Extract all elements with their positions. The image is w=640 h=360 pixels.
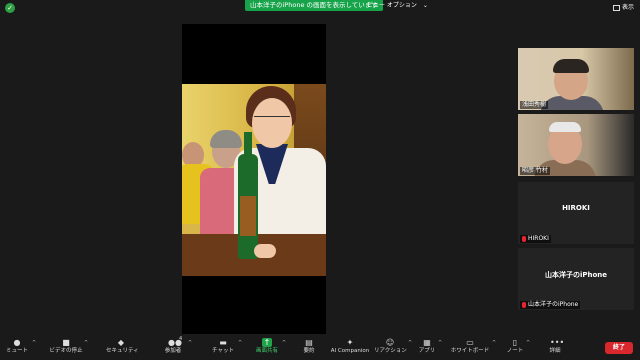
summary-label: 要約 bbox=[303, 348, 315, 354]
apps-label: アプリ bbox=[418, 348, 436, 354]
view-layout-label: 表示 bbox=[621, 4, 634, 11]
chevron-up-icon[interactable]: ^ bbox=[492, 340, 496, 346]
mute-label: ミュート bbox=[5, 348, 28, 354]
stop-video-label: ビデオの停止 bbox=[49, 348, 83, 354]
chevron-up-icon[interactable]: ^ bbox=[526, 340, 530, 346]
document-icon: ▤ bbox=[305, 338, 313, 347]
muted-mic-icon bbox=[522, 301, 526, 308]
mute-button[interactable]: ● ミュート ^ bbox=[4, 334, 36, 360]
chat-label: チャット bbox=[212, 348, 234, 354]
shared-photo bbox=[182, 84, 326, 276]
chevron-up-icon[interactable]: ^ bbox=[408, 340, 412, 346]
participant-name: HIROKI bbox=[528, 235, 549, 242]
chevron-up-icon[interactable]: ^ bbox=[438, 340, 442, 346]
ai-companion-label: AI Companion bbox=[330, 348, 370, 354]
participant-tile-2[interactable]: 昭彦 竹村 bbox=[518, 114, 634, 176]
security-shield-icon[interactable]: ✓ bbox=[5, 3, 15, 13]
emoji-icon: ☺ bbox=[385, 338, 395, 347]
more-label: 詳細 bbox=[549, 348, 561, 354]
microphone-icon: ● bbox=[13, 338, 21, 347]
participant-name-label: HIROKI bbox=[520, 235, 551, 243]
top-bar: ✓ 山本洋子のiPhone の画面を表示しています ビュー オプション ⌄ 表示 bbox=[0, 0, 640, 16]
summary-button[interactable]: ▤ 要約 bbox=[300, 334, 318, 360]
apps-icon: ▦ bbox=[423, 338, 431, 347]
participant-display-name: HIROKI bbox=[562, 204, 590, 212]
chevron-up-icon[interactable]: ^ bbox=[238, 340, 242, 346]
chevron-up-icon[interactable]: ^ bbox=[32, 340, 36, 346]
ai-companion-button[interactable]: ✦ AI Companion bbox=[330, 334, 370, 360]
chat-button[interactable]: ▬ チャット ^ bbox=[210, 334, 242, 360]
shield-icon: ◆ bbox=[117, 338, 125, 347]
chevron-down-icon: ⌄ bbox=[422, 2, 428, 9]
participants-count: 4 bbox=[179, 336, 183, 342]
grid-view-icon bbox=[612, 4, 620, 11]
apps-button[interactable]: ▦ アプリ ^ bbox=[418, 334, 442, 360]
more-icon: ••• bbox=[550, 338, 565, 347]
reactions-label: リアクション bbox=[374, 348, 407, 354]
notes-label: ノート bbox=[506, 348, 524, 354]
reactions-button[interactable]: ☺ リアクション ^ bbox=[374, 334, 412, 360]
video-camera-icon: ■ bbox=[62, 338, 70, 347]
muted-mic-icon bbox=[522, 235, 526, 242]
whiteboard-label: ホワイトボード bbox=[450, 348, 490, 354]
participant-name-label: 山本洋子のiPhone bbox=[520, 301, 581, 309]
end-meeting-button[interactable]: 終了 bbox=[605, 342, 633, 354]
share-screen-button[interactable]: ↑ 画面共有 ^ bbox=[254, 334, 286, 360]
chat-icon: ▬ bbox=[219, 338, 227, 347]
chevron-up-icon[interactable]: ^ bbox=[188, 340, 192, 346]
participant-name: 山本洋子のiPhone bbox=[528, 301, 579, 308]
participant-display-name: 山本洋子のiPhone bbox=[544, 271, 608, 279]
notes-icon: ▯ bbox=[512, 338, 518, 347]
notes-button[interactable]: ▯ ノート ^ bbox=[506, 334, 530, 360]
participant-tile-4[interactable]: 山本洋子のiPhone 山本洋子のiPhone bbox=[518, 248, 634, 310]
participant-name: 昭彦 竹村 bbox=[520, 167, 550, 175]
participants-label: 参加者 bbox=[164, 348, 182, 354]
participant-tile-3[interactable]: HIROKI HIROKI bbox=[518, 182, 634, 244]
whiteboard-button[interactable]: ▭ ホワイトボード ^ bbox=[450, 334, 496, 360]
participant-name: 浅田秀樹 bbox=[520, 101, 549, 109]
sparkle-icon: ✦ bbox=[346, 338, 354, 347]
more-button[interactable]: ••• 詳細 bbox=[546, 334, 564, 360]
chevron-up-icon[interactable]: ^ bbox=[84, 340, 88, 346]
share-screen-icon: ↑ bbox=[262, 338, 272, 347]
meeting-toolbar: ● ミュート ^ ■ ビデオの停止 ^ ◆ セキュリティ ●● 参加者 4 ^ … bbox=[0, 334, 640, 360]
view-layout-button[interactable]: 表示 bbox=[612, 3, 634, 13]
participants-icon: ●● bbox=[168, 338, 182, 347]
participants-button[interactable]: ●● 参加者 4 ^ bbox=[160, 334, 192, 360]
view-options-label: ビュー オプション bbox=[367, 2, 417, 9]
view-options-button[interactable]: ビュー オプション ⌄ bbox=[367, 1, 428, 11]
participant-tile-1[interactable]: 浅田秀樹 bbox=[518, 48, 634, 110]
whiteboard-icon: ▭ bbox=[466, 338, 474, 347]
screen-share-banner: 山本洋子のiPhone の画面を表示しています bbox=[245, 0, 383, 11]
share-screen-label: 画面共有 bbox=[255, 348, 278, 354]
security-label: セキュリティ bbox=[106, 348, 139, 354]
chevron-up-icon[interactable]: ^ bbox=[282, 340, 286, 346]
security-button[interactable]: ◆ セキュリティ bbox=[106, 334, 139, 360]
stop-video-button[interactable]: ■ ビデオの停止 ^ bbox=[46, 334, 88, 360]
